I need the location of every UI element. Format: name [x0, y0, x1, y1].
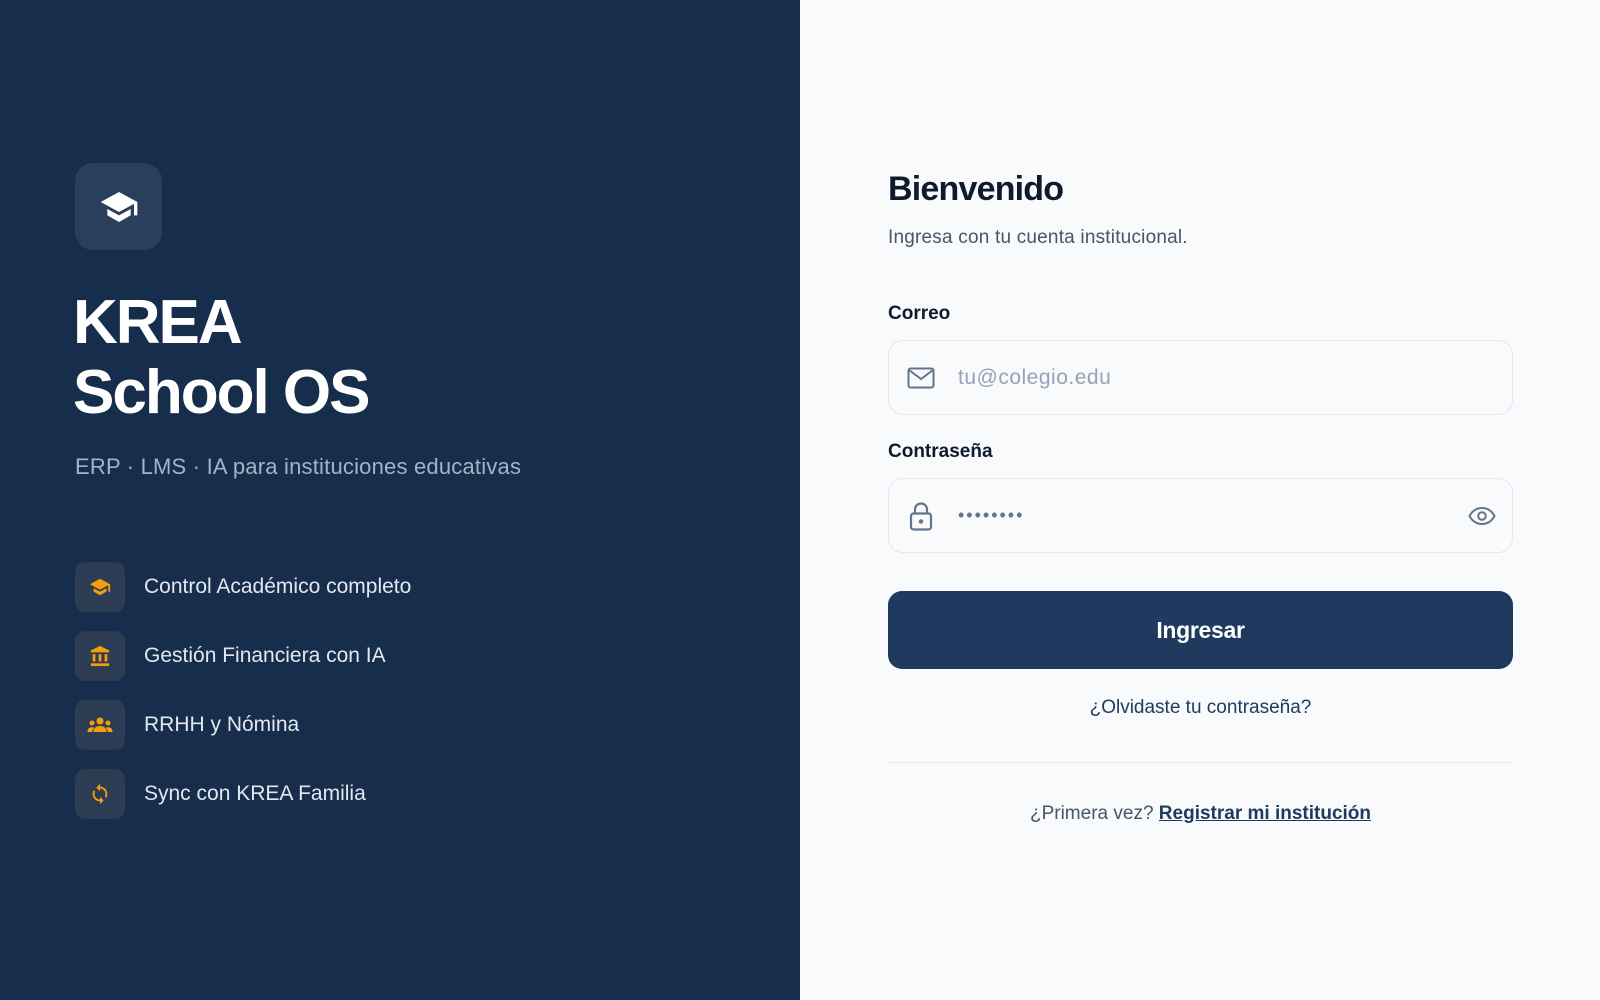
feature-icon-box	[75, 700, 125, 750]
brand-panel: KREA School OS ERP · LMS · IA para insti…	[0, 0, 800, 1000]
sync-icon	[92, 783, 108, 805]
feature-item-academic: Control Académico completo	[75, 562, 411, 612]
feature-item-sync: Sync con KREA Familia	[75, 769, 411, 819]
graduation-cap-icon	[100, 191, 137, 222]
feature-icon-box	[75, 631, 125, 681]
feature-icon-box	[75, 562, 125, 612]
first-time-text: ¿Primera vez?	[1029, 803, 1154, 824]
feature-label: RRHH y Nómina	[144, 713, 300, 736]
register-link[interactable]: Registrar mi institución	[1159, 803, 1371, 824]
lock-icon	[906, 501, 936, 531]
register-row: ¿Primera vez? Registrar mi institución	[888, 803, 1513, 825]
graduation-cap-icon	[89, 578, 111, 596]
login-button[interactable]: Ingresar	[888, 591, 1513, 669]
brand-line-2: School OS	[73, 358, 370, 427]
password-field[interactable]	[958, 479, 1512, 552]
email-field-wrapper	[888, 340, 1513, 415]
divider	[888, 762, 1513, 763]
login-panel: Bienvenido Ingresa con tu cuenta institu…	[800, 0, 1600, 1000]
forgot-password-link[interactable]: ¿Olvidaste tu contraseña?	[888, 697, 1513, 719]
feature-item-hr: RRHH y Nómina	[75, 700, 411, 750]
password-field-wrapper	[888, 478, 1513, 553]
logo	[75, 163, 162, 250]
login-form: Bienvenido Ingresa con tu cuenta institu…	[888, 170, 1513, 825]
email-label: Correo	[888, 303, 951, 324]
feature-list: Control Académico completo Gestión Finan…	[75, 562, 411, 838]
feature-item-finance: Gestión Financiera con IA	[75, 631, 411, 681]
feature-label: Control Académico completo	[144, 575, 412, 598]
feature-label: Gestión Financiera con IA	[144, 644, 386, 667]
mail-icon	[906, 363, 936, 393]
password-label: Contraseña	[888, 441, 993, 462]
brand-line-1: KREA	[73, 288, 243, 357]
feature-icon-box	[75, 769, 125, 819]
eye-icon[interactable]	[1467, 501, 1497, 531]
brand-tagline: ERP · LMS · IA para instituciones educat…	[75, 454, 522, 479]
people-icon	[87, 717, 113, 732]
bank-icon	[90, 645, 110, 667]
brand-title: KREA School OS	[73, 288, 370, 428]
page-subtitle: Ingresa con tu cuenta institucional.	[888, 227, 1188, 248]
page-title: Bienvenido	[888, 170, 1064, 208]
email-field[interactable]	[958, 341, 1512, 414]
feature-label: Sync con KREA Familia	[144, 782, 366, 805]
